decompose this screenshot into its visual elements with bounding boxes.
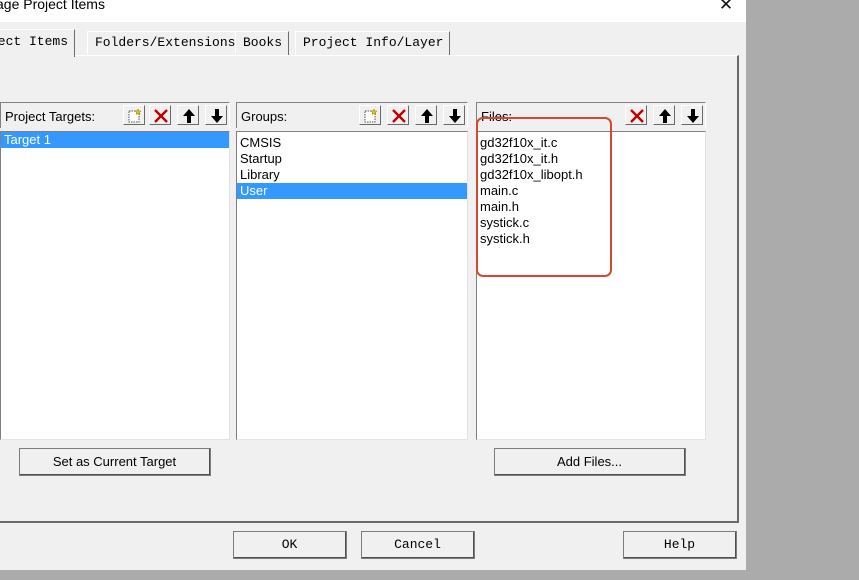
- delete-icon: [154, 109, 168, 123]
- arrow-up-icon: [659, 109, 671, 123]
- delete-icon: [392, 109, 406, 123]
- move-group-down-button[interactable]: [443, 105, 465, 125]
- move-target-down-button[interactable]: [205, 105, 227, 125]
- new-group-button[interactable]: [359, 105, 381, 125]
- list-item-file[interactable]: systick.h: [477, 231, 705, 247]
- files-header: Files:: [476, 102, 706, 128]
- groups-list[interactable]: CMSIS Startup Library User: [236, 131, 468, 440]
- targets-list[interactable]: Target 1: [0, 131, 230, 440]
- close-icon[interactable]: ✕: [716, 0, 736, 14]
- groups-header: Groups:: [236, 102, 468, 128]
- files-label: Files:: [481, 109, 513, 124]
- set-current-target-button[interactable]: Set as Current Target: [19, 448, 211, 476]
- arrow-up-icon: [421, 109, 433, 123]
- tab-folders-extensions[interactable]: Folders/Extensions: [87, 31, 243, 55]
- delete-file-button[interactable]: [625, 105, 647, 125]
- list-item-group[interactable]: Library: [237, 167, 467, 183]
- delete-icon: [630, 109, 644, 123]
- tab-project-items[interactable]: ject Items: [0, 29, 76, 57]
- arrow-down-icon: [687, 109, 699, 123]
- list-item-file[interactable]: gd32f10x_it.h: [477, 151, 705, 167]
- list-item-group[interactable]: CMSIS: [237, 135, 467, 151]
- list-item-group[interactable]: Startup: [237, 151, 467, 167]
- add-files-button[interactable]: Add Files...: [494, 448, 686, 476]
- list-item-group[interactable]: User: [237, 183, 467, 199]
- help-button[interactable]: Help: [623, 531, 737, 559]
- cancel-button[interactable]: Cancel: [361, 531, 475, 559]
- files-list[interactable]: gd32f10x_it.c gd32f10x_it.h gd32f10x_lib…: [476, 131, 706, 440]
- list-item-target[interactable]: Target 1: [1, 132, 229, 148]
- arrow-down-icon: [211, 109, 223, 123]
- new-item-icon: [128, 108, 142, 123]
- window-title: age Project Items: [0, 0, 105, 12]
- list-item-file[interactable]: systick.c: [477, 215, 705, 231]
- new-item-icon: [364, 108, 378, 123]
- groups-label: Groups:: [241, 109, 288, 124]
- tab-books[interactable]: Books: [235, 31, 290, 55]
- move-target-up-button[interactable]: [177, 105, 199, 125]
- list-item-file[interactable]: gd32f10x_libopt.h: [477, 167, 705, 183]
- manage-project-items-dialog: age Project Items ✕ ject Items Folders/E…: [0, 0, 746, 570]
- delete-target-button[interactable]: [149, 105, 171, 125]
- targets-header: Project Targets:: [0, 102, 230, 128]
- move-group-up-button[interactable]: [415, 105, 437, 125]
- tab-project-info-layer[interactable]: Project Info/Layer: [295, 31, 451, 55]
- move-file-up-button[interactable]: [653, 105, 675, 125]
- title-bar: age Project Items ✕: [0, 0, 746, 22]
- new-target-button[interactable]: [123, 105, 145, 125]
- list-item-file[interactable]: main.c: [477, 183, 705, 199]
- ok-button[interactable]: OK: [233, 531, 347, 559]
- arrow-up-icon: [183, 109, 195, 123]
- targets-label: Project Targets:: [5, 109, 96, 124]
- move-file-down-button[interactable]: [681, 105, 703, 125]
- delete-group-button[interactable]: [387, 105, 409, 125]
- list-item-file[interactable]: gd32f10x_it.c: [477, 135, 705, 151]
- arrow-down-icon: [449, 109, 461, 123]
- list-item-file[interactable]: main.h: [477, 199, 705, 215]
